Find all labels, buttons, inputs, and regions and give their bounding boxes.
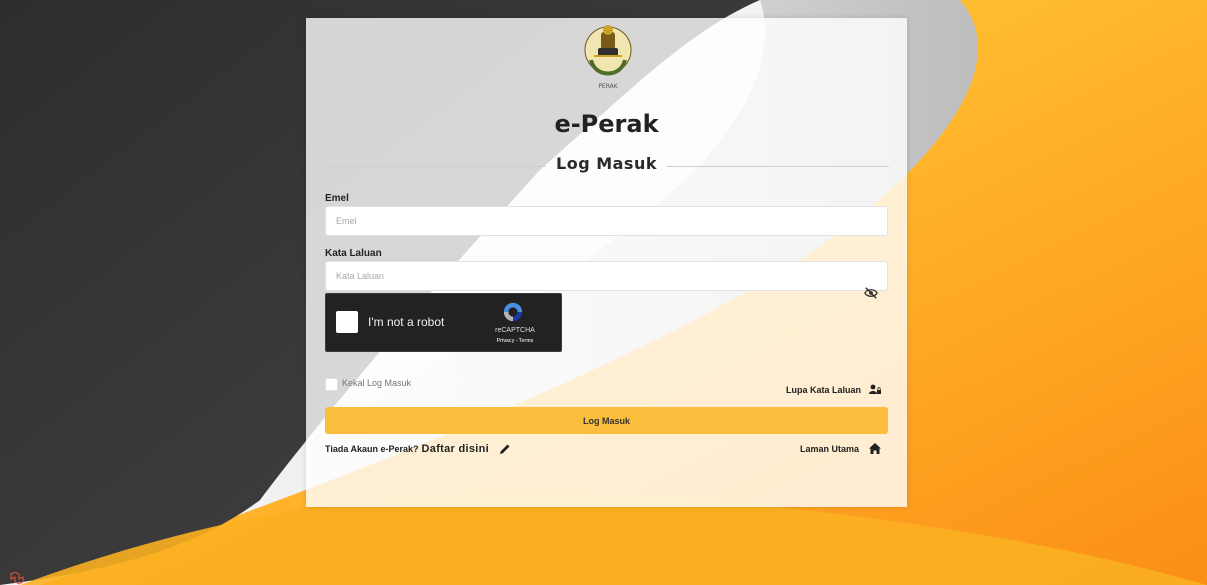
user-lock-icon: [869, 384, 881, 394]
recaptcha-icon: [503, 302, 523, 322]
forgot-password-label: Lupa Kata Laluan: [785, 384, 861, 395]
logo-caption: PERAK: [598, 83, 618, 90]
home-label: Laman Utama: [799, 443, 859, 454]
email-label: Emel: [325, 193, 349, 204]
login-button[interactable]: Log Masuk: [325, 407, 888, 434]
recaptcha-privacy-terms[interactable]: Privacy - Terms: [486, 338, 544, 344]
page-title: Log Masuk: [556, 154, 657, 173]
home-icon: [869, 443, 881, 454]
home-link[interactable]: Laman Utama: [800, 443, 881, 454]
recaptcha-brand: reCAPTCHA: [495, 327, 535, 334]
pencil-icon[interactable]: [499, 443, 511, 455]
remember-label: Kekal Log Masuk: [342, 378, 412, 388]
login-card: PERAK e-Perak Log Masuk Emel Kata Laluan…: [306, 18, 907, 507]
password-field[interactable]: [325, 261, 888, 291]
recaptcha-checkbox[interactable]: [336, 311, 358, 333]
eye-slash-icon[interactable]: [864, 286, 878, 300]
divider-right: [667, 166, 889, 167]
forgot-password-link[interactable]: Lupa Kata Laluan: [786, 384, 881, 395]
password-label: Kata Laluan: [325, 248, 382, 259]
section-divider: Log Masuk: [324, 154, 889, 178]
register-row: Tiada Akaun e-Perak? Daftar disini: [325, 443, 511, 455]
perak-crest-icon: PERAK: [584, 25, 632, 90]
no-account-text: Tiada Akaun e-Perak?: [325, 444, 419, 454]
recaptcha-label: I'm not a robot: [368, 315, 445, 329]
email-field[interactable]: [325, 206, 888, 236]
brand-title: e-Perak: [554, 110, 659, 138]
remember-checkbox[interactable]: [325, 378, 338, 391]
recaptcha-widget: I'm not a robot reCAPTCHA Privacy - Term…: [325, 293, 562, 352]
laravel-icon: [10, 572, 24, 585]
register-link[interactable]: Daftar disini: [422, 443, 489, 455]
